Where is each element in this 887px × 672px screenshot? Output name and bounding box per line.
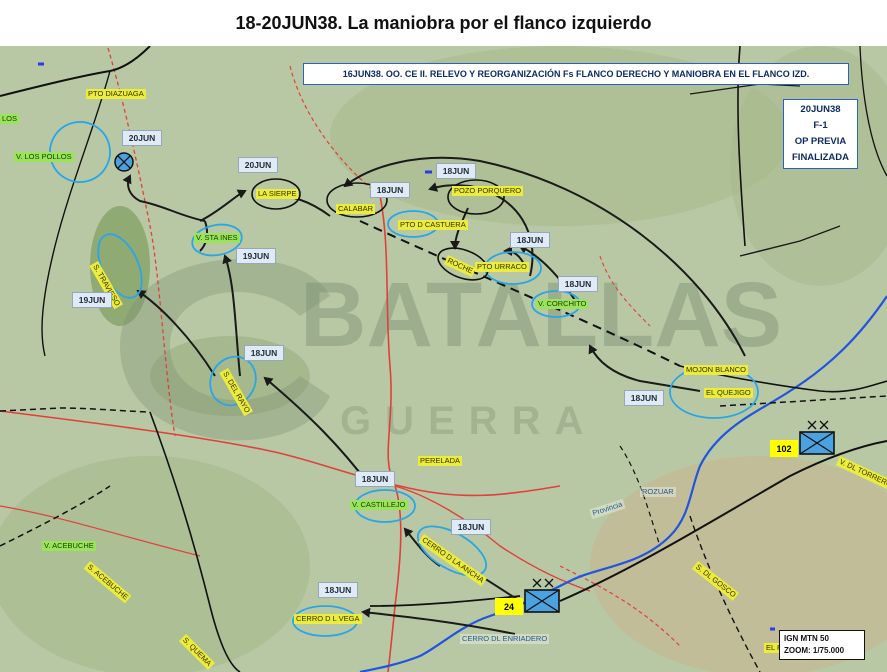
date-tag: 18JUN bbox=[355, 471, 395, 487]
map-source-box: IGN MTN 50 ZOOM: 1/75.000 bbox=[779, 630, 865, 660]
place-v-los-pollos: V. LOS POLLOS bbox=[14, 152, 74, 162]
friendly-unit-symbol-icon bbox=[799, 420, 835, 455]
source-line: IGN MTN 50 bbox=[784, 634, 829, 643]
date-tag: 20JUN bbox=[238, 157, 278, 173]
date-tag: 20JUN bbox=[122, 130, 162, 146]
date-tag: 18JUN bbox=[318, 582, 358, 598]
place-mojon-blanco: MOJON BLANCO bbox=[684, 365, 749, 375]
map-title: 18-20JUN38. La maniobra por el flanco iz… bbox=[235, 12, 652, 33]
date-tag: 18JUN bbox=[370, 182, 410, 198]
place-cerro-dl-enriadero: CERRO DL ENRIADERO bbox=[460, 634, 550, 644]
place-v-sta-ines: V. STA INES bbox=[194, 233, 240, 243]
place-la-sierpe: LA SIERPE bbox=[256, 189, 299, 199]
unit-number-badge: 102 bbox=[770, 440, 798, 457]
target-marker-icon bbox=[114, 152, 134, 172]
date-tag: 18JUN bbox=[624, 390, 664, 406]
place-pto-d-castuera: PTO D CASTUERA bbox=[398, 220, 468, 230]
place-cerro-dl-vega: CERRO D L VEGA bbox=[294, 614, 362, 624]
place-rozuar: ROZUAR bbox=[640, 487, 676, 497]
place-v-acebuche: V. ACEBUCHE bbox=[42, 541, 96, 551]
date-tag: 19JUN bbox=[236, 248, 276, 264]
date-tag: 18JUN bbox=[558, 276, 598, 292]
status-line: 20JUN38 bbox=[800, 104, 841, 115]
date-tag: 19JUN bbox=[72, 292, 112, 308]
place-pto-diazuaga: PTO DIAZUAGA bbox=[86, 89, 146, 99]
place-los: LOS bbox=[0, 114, 20, 124]
place-pozo-porquero: POZO PORQUERO bbox=[452, 186, 524, 196]
date-tag: 18JUN bbox=[451, 519, 491, 535]
status-line: OP PREVIA bbox=[794, 136, 847, 147]
status-line: F-1 bbox=[813, 120, 828, 131]
operation-order-note: 16JUN38. OO. CE II. RELEVO Y REORGANIZAC… bbox=[303, 63, 849, 85]
place-calabar: CALABAR bbox=[336, 204, 376, 214]
place-v-corchito: V. CORCHITO bbox=[536, 299, 589, 309]
place-el-quejigo: EL QUEJIGO bbox=[704, 388, 753, 398]
watermark-guerra: GUERRA bbox=[340, 399, 597, 443]
friendly-unit-symbol-icon bbox=[524, 578, 560, 613]
source-line: ZOOM: 1/75.000 bbox=[784, 646, 845, 655]
place-perelada: PERELADA bbox=[418, 456, 463, 466]
unit-number-badge: 24 bbox=[495, 598, 523, 615]
date-tag: 18JUN bbox=[510, 232, 550, 248]
place-pto-urraco: PTO URRACO bbox=[475, 262, 529, 272]
map-canvas: BATALLAS GUERRA PTO DIAZUAGA LOS V. LOS … bbox=[0, 46, 887, 672]
date-tag: 18JUN bbox=[244, 345, 284, 361]
status-line: FINALIZADA bbox=[792, 152, 849, 163]
place-v-castillejo: V. CASTILLEJO bbox=[350, 500, 408, 510]
date-tag: 18JUN bbox=[436, 163, 476, 179]
phase-status-box: 20JUN38 F-1 OP PREVIA FINALIZADA bbox=[783, 99, 858, 169]
